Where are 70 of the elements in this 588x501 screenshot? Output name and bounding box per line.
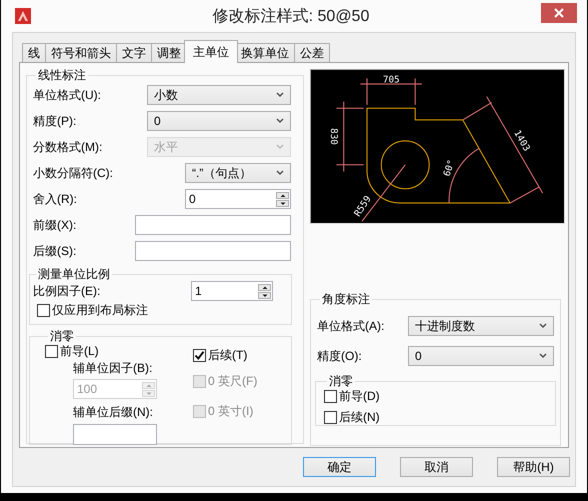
caret-icon [539, 323, 547, 329]
checkbox[interactable] [193, 349, 206, 362]
close-button[interactable] [541, 3, 577, 23]
group-title: 消零 [49, 329, 75, 343]
down-arrow-icon [260, 292, 268, 298]
checkbox[interactable] [37, 304, 50, 317]
field-label: 小数分隔符(C): [33, 164, 113, 182]
group-title: 消零 [328, 374, 354, 388]
tab[interactable]: 线 [22, 43, 46, 62]
field-label: 单位格式(A): [317, 318, 384, 334]
tab[interactable]: 符号和箭头 [45, 43, 117, 62]
group-title: 测量单位比例 [37, 267, 111, 281]
field-label: 辅单位因子(B): [73, 360, 154, 377]
field-label: 辅单位后缀(N): [73, 404, 154, 421]
window-title: 修改标注样式: 50@50 [212, 6, 370, 26]
caret-icon [276, 118, 284, 124]
up-arrow-icon [260, 284, 268, 290]
field-label: 前缀(X): [33, 216, 76, 234]
field-label: 舍入(R): [33, 190, 77, 208]
checkbox[interactable] [324, 411, 337, 424]
caret-icon [276, 92, 284, 98]
field-label: 单位格式(U): [33, 86, 101, 104]
group-title: 线性标注 [37, 68, 87, 82]
caret-icon [276, 144, 284, 150]
spin-up-button[interactable] [258, 284, 271, 290]
close-icon [554, 8, 564, 18]
input-field[interactable] [73, 424, 157, 445]
dropdown[interactable]: 小数 [147, 85, 291, 105]
caret-icon [276, 170, 284, 176]
dimension-label: 830 [328, 128, 340, 145]
field-label: 后缀(S): [33, 242, 76, 260]
up-arrow-icon [144, 382, 152, 388]
down-arrow-icon [144, 390, 152, 396]
dialog-button[interactable]: 取消 [400, 457, 473, 477]
checkbox[interactable] [45, 345, 58, 358]
tab[interactable]: 公差 [294, 43, 330, 62]
spin-down-button[interactable] [258, 292, 271, 298]
tab[interactable]: 文字 [116, 43, 152, 62]
checkbox-label[interactable]: 后续(N) [339, 409, 380, 426]
dropdown[interactable]: 0 [408, 346, 554, 366]
number-field[interactable]: 0 [185, 189, 291, 209]
tab[interactable]: 调整 [151, 43, 187, 62]
spin-down-button[interactable] [276, 200, 289, 206]
checkbox-label[interactable]: 前导(D) [339, 388, 380, 405]
dropdown[interactable]: “.”（句点） [185, 163, 291, 183]
caret-icon [539, 353, 547, 359]
field-label: 精度(P): [33, 112, 76, 130]
dialog-button[interactable]: 确定 [303, 457, 376, 477]
checkbox-label[interactable]: 前导(L) [60, 343, 99, 360]
checkbox-label[interactable]: 仅应用到布局标注 [52, 302, 148, 319]
up-arrow-icon [278, 192, 286, 198]
group-title: 角度标注 [321, 292, 371, 306]
app-logo-icon [15, 8, 31, 24]
input-field[interactable] [135, 215, 291, 235]
field-label: 分数格式(M): [33, 138, 102, 156]
dimension-label: 60° [442, 158, 458, 178]
checkbox-label[interactable]: 后续(T) [208, 347, 248, 364]
number-field[interactable]: 1 [191, 281, 273, 301]
input-field[interactable] [135, 241, 291, 261]
checkbox[interactable] [324, 390, 337, 403]
field-label: 精度(O): [317, 348, 362, 364]
field-label: 比例因子(E): [33, 282, 100, 300]
tab[interactable]: 主单位 [184, 40, 238, 63]
dropdown[interactable]: 0 [147, 111, 291, 131]
tab[interactable]: 换算单位 [235, 43, 295, 62]
dropdown[interactable]: 十进制度数 [408, 316, 554, 336]
down-arrow-icon [278, 200, 286, 206]
dialog-button[interactable]: 帮助(H) [497, 457, 570, 477]
dimension-label: 705 [382, 74, 400, 86]
spin-up-button[interactable] [276, 192, 289, 198]
